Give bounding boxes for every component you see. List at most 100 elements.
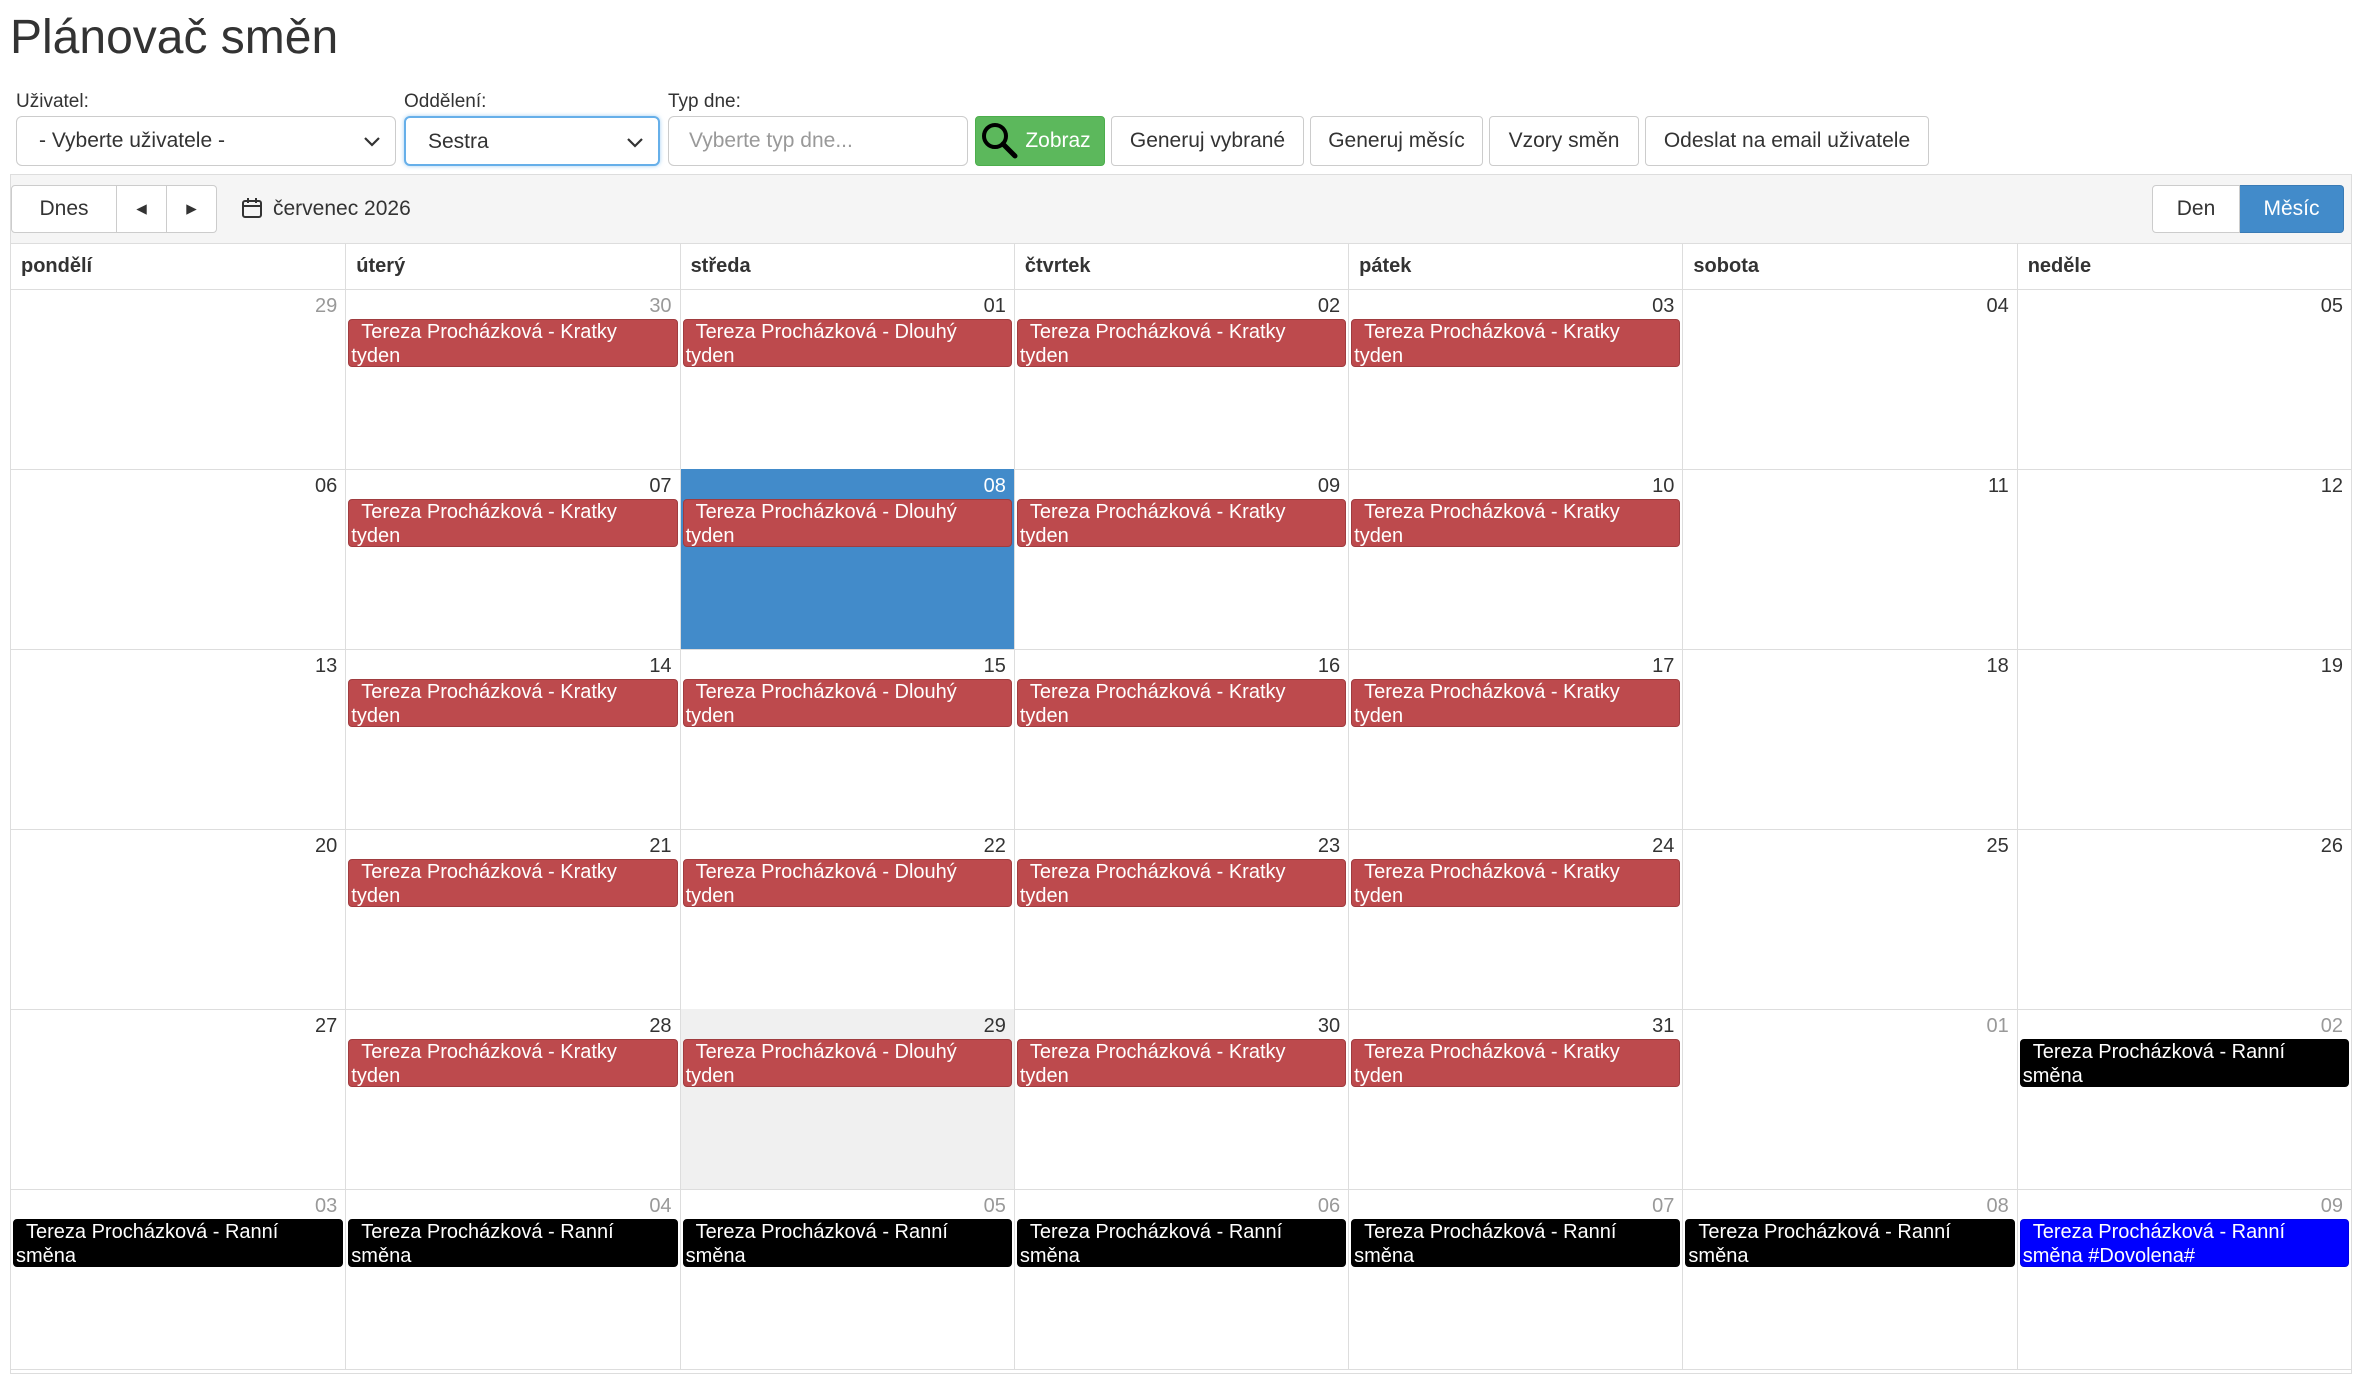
generate-selected-button[interactable]: Generuj vybrané: [1111, 116, 1304, 166]
week-row: 27 28 Tereza Procházková - Kratky tyden 29 Te…: [11, 1009, 2351, 1190]
day-cell[interactable]: 28 Tereza Procházková - Kratky tyden: [345, 1009, 679, 1189]
day-cell[interactable]: 19: [2016, 649, 2351, 829]
shift-event[interactable]: Tereza Procházková - Kratky tyden: [1351, 679, 1681, 727]
day-cell[interactable]: 20: [11, 829, 345, 1009]
day-cell[interactable]: 18: [1682, 649, 2016, 829]
day-cell[interactable]: 30 Tereza Procházková - Kratky tyden: [345, 289, 679, 469]
day-cell[interactable]: 31 Tereza Procházková - Kratky tyden: [1348, 1009, 1682, 1189]
day-cell[interactable]: 29 Tereza Procházková - Dlouhý tyden: [679, 1009, 1014, 1189]
department-select[interactable]: Sestra: [404, 116, 660, 166]
day-cell[interactable]: 17 Tereza Procházková - Kratky tyden: [1348, 649, 1682, 829]
day-cell[interactable]: 01: [1682, 1009, 2016, 1189]
shift-event[interactable]: Tereza Procházková - Kratky tyden: [1016, 319, 1347, 367]
day-cell[interactable]: 30 Tereza Procházková - Kratky tyden: [1013, 1009, 1348, 1189]
day-number: 19: [2320, 655, 2343, 677]
day-number: 02: [1317, 295, 1341, 317]
day-number: 04: [1986, 295, 2009, 317]
day-cell[interactable]: 14 Tereza Procházková - Kratky tyden: [345, 649, 679, 829]
day-cell[interactable]: 23 Tereza Procházková - Kratky tyden: [1013, 829, 1348, 1009]
shift-event[interactable]: Tereza Procházková - Kratky tyden: [348, 319, 678, 367]
shift-event[interactable]: Tereza Procházková - Ranní směna: [1685, 1219, 2015, 1267]
day-cell[interactable]: 07 Tereza Procházková - Kratky tyden: [345, 469, 679, 649]
generate-month-button[interactable]: Generuj měsíc: [1310, 116, 1483, 166]
shift-event[interactable]: Tereza Procházková - Dlouhý tyden: [682, 319, 1012, 367]
shift-event-subtitle: směna: [16, 1245, 77, 1267]
shift-event[interactable]: Tereza Procházková - Dlouhý tyden: [682, 859, 1012, 907]
day-cell[interactable]: 03 Tereza Procházková - Ranní směna: [11, 1189, 345, 1369]
shift-event[interactable]: Tereza Procházková - Ranní směna: [1016, 1219, 1347, 1267]
calendar: Dnes ◂ ▸ červenec 2026 Den Měsíc pondělí…: [10, 174, 2352, 1374]
shift-event[interactable]: Tereza Procházková - Dlouhý tyden: [682, 499, 1012, 547]
shift-event[interactable]: Tereza Procházková - Ranní směna #Dovolen…: [2019, 1219, 2349, 1267]
shift-event[interactable]: Tereza Procházková - Kratky tyden: [1351, 319, 1681, 367]
shift-event[interactable]: Tereza Procházková - Kratky tyden: [1351, 859, 1681, 907]
day-cell[interactable]: 06 Tereza Procházková - Ranní směna: [1013, 1189, 1348, 1369]
shift-event[interactable]: Tereza Procházková - Kratky tyden: [348, 679, 678, 727]
day-cell[interactable]: 08 Tereza Procházková - Dlouhý tyden: [679, 469, 1014, 649]
next-button[interactable]: ▸: [167, 185, 217, 233]
shift-event[interactable]: Tereza Procházková - Kratky tyden: [348, 499, 678, 547]
day-cell[interactable]: 12: [2016, 469, 2351, 649]
day-cell[interactable]: 15 Tereza Procházková - Dlouhý tyden: [679, 649, 1014, 829]
daytype-input[interactable]: Vyberte typ dne...: [668, 116, 968, 166]
day-cell[interactable]: 04: [1682, 289, 2016, 469]
day-cell[interactable]: 03 Tereza Procházková - Kratky tyden: [1348, 289, 1682, 469]
shift-event-title: Tereza Procházková - Ranní: [2032, 1221, 2286, 1243]
shift-event[interactable]: Tereza Procházková - Ranní směna: [13, 1219, 344, 1267]
today-button[interactable]: Dnes: [11, 185, 117, 233]
prev-button[interactable]: ◂: [117, 185, 167, 233]
shift-event[interactable]: Tereza Procházková - Ranní směna: [1351, 1219, 1681, 1267]
shift-event[interactable]: Tereza Procházková - Kratky tyden: [1351, 499, 1681, 547]
shift-event[interactable]: Tereza Procházková - Kratky tyden: [348, 859, 678, 907]
day-cell[interactable]: 02 Tereza Procházková - Kratky tyden: [1013, 289, 1348, 469]
shift-event-title: Tereza Procházková - Kratky: [361, 501, 617, 523]
shift-event[interactable]: Tereza Procházková - Kratky tyden: [1016, 499, 1347, 547]
view-month-button[interactable]: Měsíc: [2240, 185, 2344, 233]
shift-event[interactable]: Tereza Procházková - Dlouhý tyden: [682, 1039, 1012, 1087]
show-button[interactable]: Zobraz: [975, 116, 1105, 166]
day-number: 24: [1652, 835, 1675, 857]
day-cell[interactable]: 16 Tereza Procházková - Kratky tyden: [1013, 649, 1348, 829]
day-cell[interactable]: 25: [1682, 829, 2016, 1009]
day-cell[interactable]: 27: [11, 1009, 345, 1189]
shift-event[interactable]: Tereza Procházková - Ranní směna: [2019, 1039, 2349, 1087]
shift-event[interactable]: Tereza Procházková - Ranní směna: [348, 1219, 678, 1267]
day-cell[interactable]: 06: [11, 469, 345, 649]
shift-event[interactable]: Tereza Procházková - Kratky tyden: [348, 1039, 678, 1087]
shift-event[interactable]: Tereza Procházková - Ranní směna: [682, 1219, 1012, 1267]
day-cell[interactable]: 08 Tereza Procházková - Ranní směna: [1682, 1189, 2016, 1369]
day-cell[interactable]: 26: [2016, 829, 2351, 1009]
day-cell[interactable]: 10 Tereza Procházková - Kratky tyden: [1348, 469, 1682, 649]
shift-event[interactable]: Tereza Procházková - Dlouhý tyden: [682, 679, 1012, 727]
day-number: 13: [315, 655, 338, 677]
day-cell[interactable]: 09 Tereza Procházková - Ranní směna #Dovol…: [2016, 1189, 2351, 1369]
day-cell[interactable]: 21 Tereza Procházková - Kratky tyden: [345, 829, 679, 1009]
shift-event[interactable]: Tereza Procházková - Kratky tyden: [1016, 1039, 1347, 1087]
shift-event[interactable]: Tereza Procházková - Kratky tyden: [1016, 679, 1347, 727]
shift-event-title: Tereza Procházková - Ranní: [1698, 1221, 1951, 1243]
shift-event-subtitle: směna: [351, 1245, 412, 1267]
shift-event[interactable]: Tereza Procházková - Kratky tyden: [1351, 1039, 1681, 1087]
day-number: 09: [2320, 1195, 2343, 1217]
send-email-button[interactable]: Odeslat na email uživatele: [1645, 116, 1929, 166]
shift-patterns-button[interactable]: Vzory směn: [1489, 116, 1639, 166]
day-cell[interactable]: 07 Tereza Procházková - Ranní směna: [1348, 1189, 1682, 1369]
day-cell[interactable]: 02 Tereza Procházková - Ranní směna: [2016, 1009, 2351, 1189]
weekday-header-cell: pátek: [1348, 243, 1682, 289]
day-cell[interactable]: 13: [11, 649, 345, 829]
day-cell[interactable]: 11: [1682, 469, 2016, 649]
day-cell[interactable]: 05: [2016, 289, 2351, 469]
calendar-toolbar: Dnes ◂ ▸ červenec 2026 Den Měsíc: [11, 175, 2351, 244]
shift-event-title: Tereza Procházková - Kratky: [1029, 861, 1286, 883]
day-cell[interactable]: 22 Tereza Procházková - Dlouhý tyden: [679, 829, 1014, 1009]
day-cell[interactable]: 29: [11, 289, 345, 469]
view-day-button[interactable]: Den: [2152, 185, 2240, 233]
day-cell[interactable]: 05 Tereza Procházková - Ranní směna: [679, 1189, 1014, 1369]
shift-event-title: Tereza Procházková - Kratky: [361, 861, 617, 883]
day-cell[interactable]: 04 Tereza Procházková - Ranní směna: [345, 1189, 679, 1369]
user-select[interactable]: - Vyberte uživatele -: [16, 116, 396, 166]
shift-event[interactable]: Tereza Procházková - Kratky tyden: [1016, 859, 1347, 907]
day-cell[interactable]: 24 Tereza Procházková - Kratky tyden: [1348, 829, 1682, 1009]
day-cell[interactable]: 09 Tereza Procházková - Kratky tyden: [1013, 469, 1348, 649]
day-cell[interactable]: 01 Tereza Procházková - Dlouhý tyden: [679, 289, 1014, 469]
